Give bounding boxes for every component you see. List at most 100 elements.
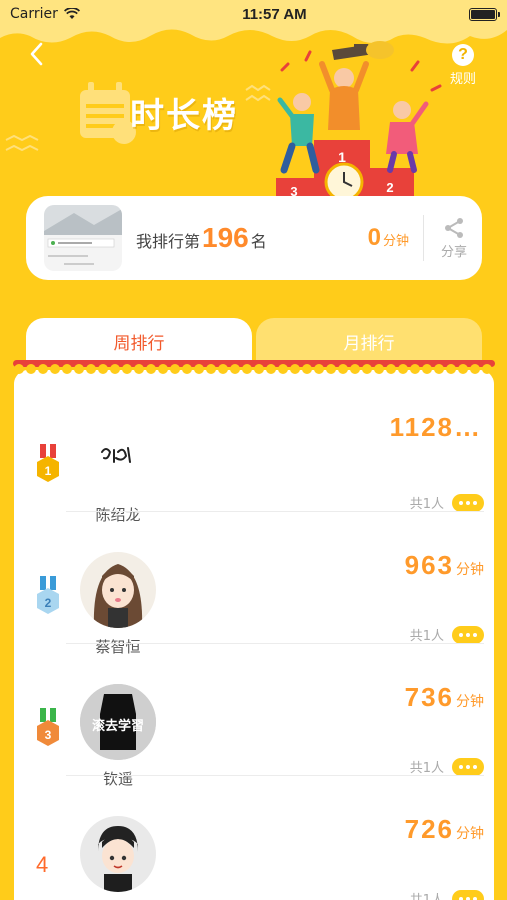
status-bar: Carrier 11:57 AM	[0, 0, 507, 28]
scallop-dot	[302, 364, 312, 374]
medal-rank: 1	[45, 464, 52, 478]
gold-medal-icon: 1	[37, 444, 59, 482]
avatar	[80, 552, 156, 628]
my-duration-value: 0	[367, 224, 381, 251]
scallop-dot	[122, 364, 132, 374]
scallop-dot	[314, 364, 324, 374]
scallop-dot	[146, 364, 156, 374]
my-duration: 0 分钟	[368, 224, 409, 252]
more-button[interactable]	[452, 889, 484, 900]
share-icon	[445, 217, 463, 238]
duration-unit: 分钟	[456, 826, 484, 842]
more-button[interactable]	[452, 493, 484, 512]
scallop-dot	[410, 364, 420, 374]
scallop-dot	[14, 364, 24, 374]
scallop-dot	[230, 364, 240, 374]
medal-rank: 3	[45, 728, 52, 742]
scallop-dot	[434, 364, 444, 374]
avatar	[80, 424, 156, 500]
calendar-decoration-icon	[80, 82, 136, 144]
share-label: 分享	[440, 244, 467, 260]
scallop-dot	[62, 364, 72, 374]
tab-monthly[interactable]: 月排行	[256, 318, 482, 364]
scallop-dot	[170, 364, 180, 374]
duration-unit: 分钟	[456, 694, 484, 710]
rank-number: 4	[36, 852, 49, 877]
my-rank-card: 我排行第 196 名 0 分钟 分享	[26, 196, 482, 280]
leaderboard-row[interactable]: 1 陈绍龙 1128… 共1人	[14, 380, 494, 524]
status-left: Carrier	[10, 6, 80, 22]
scallop-dot	[134, 364, 144, 374]
scallop-dot	[422, 364, 432, 374]
likes-count: 共1人	[409, 497, 444, 512]
scallop-dot	[158, 364, 168, 374]
likes: 共1人	[410, 889, 484, 900]
leaderboard-row[interactable]: 4 悠悠 726 分钟 共1人	[14, 776, 494, 900]
card-divider	[423, 215, 424, 261]
likes-count: 共1人	[409, 761, 444, 776]
scallop-dot	[374, 364, 384, 374]
duration-value: 1128…	[389, 412, 482, 442]
my-avatar	[44, 205, 122, 271]
status-time: 11:57 AM	[242, 5, 307, 23]
scallop-dot	[266, 364, 276, 374]
svg-text:2: 2	[386, 180, 393, 195]
scallop-dot	[362, 364, 372, 374]
scallop-dot	[338, 364, 348, 374]
question-icon: ?	[452, 44, 474, 66]
avatar	[80, 816, 156, 892]
my-rank: 我排行第 196 名	[136, 222, 267, 254]
more-button[interactable]	[452, 757, 484, 776]
scallop-dot	[182, 364, 192, 374]
silver-medal-icon: 2	[37, 576, 59, 614]
scallop-dot	[86, 364, 96, 374]
scallop-dot	[242, 364, 252, 374]
ranking-tabs: 周排行 月排行	[26, 318, 482, 364]
share-button[interactable]: 分享	[434, 217, 474, 260]
scallop-dot	[278, 364, 288, 374]
duration-value: 726	[404, 814, 454, 844]
leaderboard-row[interactable]: 2 蔡智恒 963 分钟 共1人	[14, 512, 494, 656]
duration-unit: 分钟	[456, 562, 484, 578]
bronze-medal-icon: 3	[37, 708, 59, 746]
my-rank-prefix: 我排行第	[136, 232, 201, 251]
scallop-dot	[482, 364, 492, 374]
scallop-dot	[98, 364, 108, 374]
scallop-dot	[110, 364, 120, 374]
scallop-dot	[74, 364, 84, 374]
scallop-dot	[446, 364, 456, 374]
scallop-dot	[26, 364, 36, 374]
my-duration-unit: 分钟	[382, 234, 409, 249]
duration: 1128…	[390, 412, 484, 443]
duration: 963 分钟	[405, 550, 484, 581]
back-button[interactable]	[24, 40, 48, 68]
avatar: 滚去学習	[80, 684, 156, 760]
more-button[interactable]	[452, 625, 484, 644]
tab-weekly[interactable]: 周排行	[26, 318, 252, 364]
my-rank-number: 196	[202, 222, 249, 253]
carrier-label: Carrier	[10, 6, 58, 22]
scallop-dot	[350, 364, 360, 374]
duration-value: 963	[404, 550, 454, 580]
wave-decoration	[5, 134, 39, 152]
scallop-dot	[458, 364, 468, 374]
scallop-dot	[218, 364, 228, 374]
likes-count: 共1人	[409, 629, 444, 644]
duration-value: 736	[404, 682, 454, 712]
scallop-dot	[386, 364, 396, 374]
chevron-left-icon	[30, 42, 43, 66]
medal-rank: 2	[45, 596, 52, 610]
scallop-dot	[38, 364, 48, 374]
page-title: 时长榜	[130, 96, 238, 136]
leaderboard-row[interactable]: 3 滚去学習 钦遥 736 分钟 共1人	[14, 644, 494, 788]
scallop-dot	[470, 364, 480, 374]
avatar-caption: 滚去学習	[92, 718, 144, 734]
likes-count: 共1人	[410, 889, 444, 900]
rules-button[interactable]: ? 规则	[441, 44, 485, 87]
likes: 共1人	[410, 757, 484, 776]
scallop-dot	[398, 364, 408, 374]
scallop-dot	[50, 364, 60, 374]
podium-illustration: 1 2 3	[276, 41, 442, 198]
scallop-dot	[326, 364, 336, 374]
likes: 共1人	[410, 493, 484, 512]
